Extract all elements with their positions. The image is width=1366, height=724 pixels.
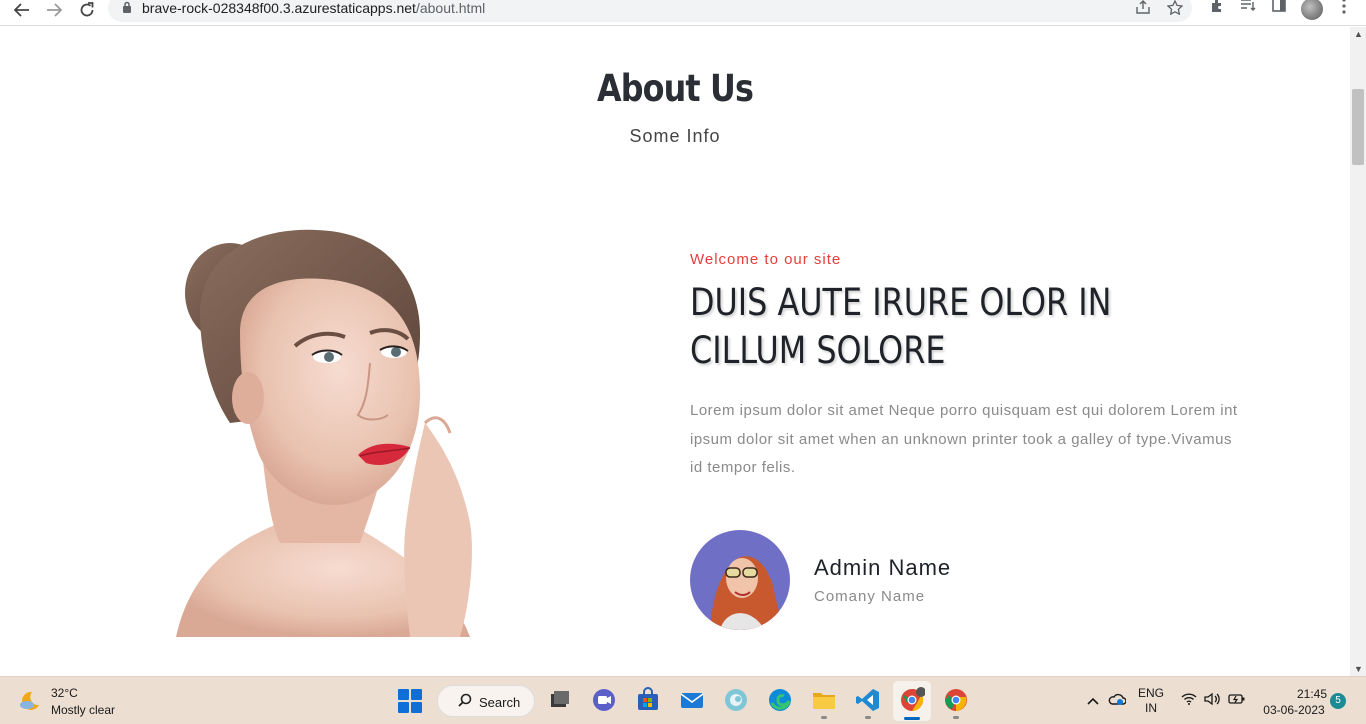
- address-bar[interactable]: brave-rock-028348f00.3.azurestaticapps.n…: [108, 0, 1192, 22]
- search-label: Search: [479, 695, 521, 710]
- url-path: /about.html: [415, 0, 486, 16]
- vscode-running-dot: [865, 716, 871, 719]
- file-explorer-icon[interactable]: [811, 687, 837, 713]
- reading-list-icon[interactable]: [1237, 0, 1259, 20]
- weather-moon-icon[interactable]: [18, 689, 42, 713]
- url-host: brave-rock-028348f00.3.azurestaticapps.n…: [142, 0, 416, 16]
- taskbar-search[interactable]: Search: [437, 685, 535, 717]
- region-code: IN: [1145, 701, 1157, 715]
- file-explorer-running-dot: [821, 716, 827, 719]
- page-title: About Us: [596, 67, 754, 110]
- scroll-up-arrow-icon[interactable]: ▲: [1354, 29, 1363, 39]
- section-kicker: Welcome to our site: [690, 251, 842, 268]
- side-panel-icon[interactable]: [1268, 0, 1290, 20]
- reload-icon[interactable]: [75, 0, 99, 20]
- extensions-icon[interactable]: [1206, 0, 1228, 20]
- clock[interactable]: 21:45 03-06-2023: [1256, 686, 1332, 718]
- admin-avatar: [690, 530, 790, 630]
- teams-meet-icon[interactable]: [591, 687, 617, 713]
- star-icon[interactable]: [1166, 0, 1184, 16]
- volume-icon[interactable]: [1203, 692, 1221, 709]
- vscode-icon[interactable]: [855, 687, 881, 713]
- section-headline: DUIS AUTE IRURE OLOR IN CILLUM SOLORE: [690, 279, 1230, 375]
- weather-temperature[interactable]: 32°C: [51, 686, 78, 700]
- share-icon[interactable]: [1134, 0, 1152, 16]
- language-indicator[interactable]: ENG IN: [1135, 686, 1167, 716]
- lock-icon[interactable]: [118, 0, 136, 16]
- scroll-thumb[interactable]: [1352, 89, 1364, 165]
- edge-beta-icon[interactable]: [723, 687, 749, 713]
- active-app-indicator: [904, 717, 920, 720]
- weather-condition[interactable]: Mostly clear: [51, 703, 115, 717]
- chrome-running-dot: [953, 716, 959, 719]
- back-arrow-icon[interactable]: [10, 0, 34, 20]
- notification-count-badge[interactable]: 5: [1330, 693, 1346, 709]
- url-text[interactable]: brave-rock-028348f00.3.azurestaticapps.n…: [142, 0, 485, 16]
- mail-icon[interactable]: [679, 687, 705, 713]
- taskbar: 32°C Mostly clear Search ENG IN 21:45 03…: [0, 676, 1366, 724]
- onedrive-sync-icon[interactable]: [1108, 692, 1127, 709]
- forward-arrow-icon[interactable]: [42, 0, 66, 20]
- search-icon: [458, 693, 472, 710]
- page-content: About Us Some Info Welcome to our site D…: [0, 27, 1350, 676]
- microsoft-store-icon[interactable]: [635, 687, 661, 713]
- battery-charging-icon[interactable]: [1228, 692, 1246, 708]
- language-code: ENG: [1137, 686, 1164, 700]
- task-view-icon[interactable]: [547, 687, 573, 713]
- show-hidden-icons-chevron-icon[interactable]: [1084, 692, 1102, 708]
- section-paragraph: Lorem ipsum dolor sit amet Neque porro q…: [690, 402, 1238, 476]
- headline-line-1: DUIS AUTE IRURE OLOR IN: [690, 281, 1112, 324]
- headline-line-2: CILLUM SOLORE: [690, 329, 946, 372]
- chrome-profile-icon[interactable]: [899, 687, 926, 713]
- edge-icon[interactable]: [767, 687, 793, 713]
- clock-date: 03-06-2023: [1263, 703, 1325, 717]
- portrait-image: [176, 229, 472, 637]
- browser-toolbar: brave-rock-028348f00.3.azurestaticapps.n…: [0, 0, 1366, 26]
- windows-start-icon[interactable]: [398, 689, 422, 713]
- menu-icon[interactable]: [1333, 0, 1355, 20]
- page-subtitle: Some Info: [629, 126, 721, 146]
- company-name: Comany Name: [814, 588, 926, 605]
- admin-name: Admin Name: [814, 555, 952, 580]
- chrome-icon[interactable]: [943, 687, 969, 713]
- profile-avatar[interactable]: [1301, 0, 1323, 20]
- page-scrollbar[interactable]: ▲ ▼: [1350, 27, 1366, 676]
- wifi-icon[interactable]: [1180, 692, 1198, 708]
- scroll-down-arrow-icon[interactable]: ▼: [1354, 664, 1363, 674]
- clock-time: 21:45: [1296, 687, 1328, 701]
